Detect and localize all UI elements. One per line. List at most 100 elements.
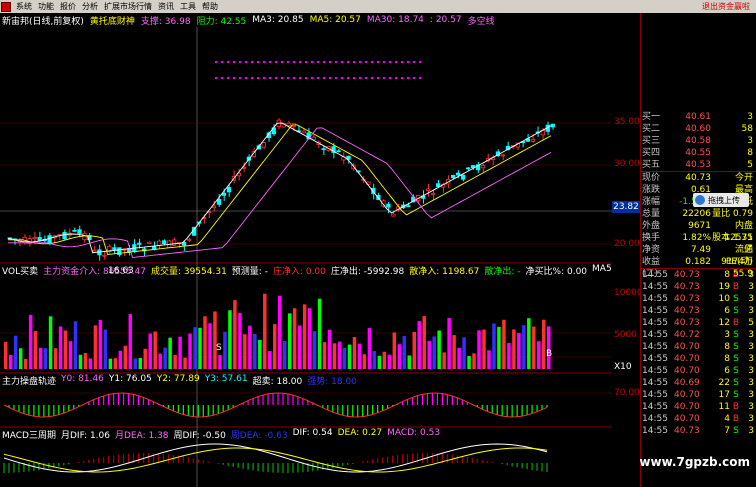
volume-bar <box>4 341 8 369</box>
level-dot <box>251 61 253 63</box>
volume-bar <box>397 344 402 369</box>
ma30-value: MA30: 18.74 <box>366 15 424 25</box>
level-dot <box>293 77 295 79</box>
stat-value: 1.82% <box>682 233 711 243</box>
bid-price: 40.53 <box>685 160 711 170</box>
menu-quote[interactable]: 报价 <box>57 1 79 12</box>
drag-upload-button[interactable]: 拖拽上传 <box>693 193 749 207</box>
stat-row: 净资 7.49 流通 9174万 <box>641 244 756 267</box>
bid-label: 买五 <box>642 160 661 170</box>
candle-body <box>221 192 227 196</box>
signal-s-label: S <box>216 343 222 353</box>
tick-qty: 8 <box>724 354 730 364</box>
volume-bar <box>362 354 367 369</box>
candle-body <box>450 175 456 179</box>
menu-tools[interactable]: 工具 <box>177 1 199 12</box>
volume-bar <box>128 314 133 369</box>
tick-count: 5 <box>748 318 754 328</box>
tick-time: 14:55 <box>642 342 668 352</box>
volume-bar <box>103 329 108 369</box>
volume-bar <box>527 318 531 369</box>
volume-bar <box>228 310 232 369</box>
volume-bar <box>233 300 237 369</box>
volume-bar <box>98 319 103 369</box>
vol-axis-10000: 10000 <box>614 288 643 298</box>
level-dot <box>407 77 409 79</box>
level-dot <box>281 77 283 79</box>
tick-side: B <box>732 318 740 328</box>
level-dot <box>227 77 229 79</box>
track-line <box>3 392 548 418</box>
tick-time: 14:55 <box>642 294 668 304</box>
tick-side: S <box>733 366 739 376</box>
candle-body <box>216 198 222 205</box>
price-axis-20: 20.00 <box>614 239 640 249</box>
level-dot <box>341 61 343 63</box>
bid-row: 买五 40.53 5 <box>641 159 756 171</box>
stat-extra: PE(动) 55.9 <box>725 257 753 279</box>
volume-bar <box>507 343 511 369</box>
menu-analysis[interactable]: 分析 <box>79 1 101 12</box>
menu-system[interactable]: 系统 <box>13 1 35 12</box>
tick-count: 3 <box>748 414 754 424</box>
tick-time: 14:55 <box>642 390 668 400</box>
volume-bar <box>83 352 88 369</box>
tick-price: 40.73 <box>674 282 700 292</box>
tick-side: B <box>732 414 740 424</box>
menu-extended-market[interactable]: 扩展市场行情 <box>101 1 155 12</box>
volume-bar <box>537 341 541 369</box>
level-dot <box>395 61 397 63</box>
candle-body <box>226 187 232 193</box>
track-y0: Y0: 81.46 <box>61 374 104 384</box>
volume-bar <box>108 358 113 369</box>
level-dot <box>221 61 223 63</box>
volume-bar <box>278 295 282 369</box>
bid-price: 40.58 <box>685 136 711 146</box>
tick-time: 14:55 <box>642 354 668 364</box>
candle-body <box>460 174 466 180</box>
volume-bar <box>248 325 252 369</box>
volume-bar <box>53 348 58 369</box>
level-dot <box>233 61 235 63</box>
level-dot <box>281 61 283 63</box>
menu-function[interactable]: 功能 <box>35 1 57 12</box>
volume-bar <box>412 331 416 369</box>
tick-time: 14:55 <box>642 306 668 316</box>
upload-icon <box>695 195 705 205</box>
tick-qty: 8 <box>724 270 730 280</box>
volume-bar <box>462 337 466 369</box>
level-dot <box>419 77 421 79</box>
tick-time: 14:55 <box>642 366 668 376</box>
stat-label: 总量 <box>642 209 661 219</box>
level-dot <box>335 77 337 79</box>
stat-label: 收益(二) <box>642 257 661 279</box>
candle-body <box>336 150 341 153</box>
level-dot <box>329 61 331 63</box>
volume-bar <box>542 319 546 369</box>
bid-row: 买一 40.61 3 <box>641 111 756 123</box>
menu-info[interactable]: 资讯 <box>155 1 177 12</box>
tick-qty: 7 <box>724 426 730 436</box>
quick-link[interactable]: 退出资金赢啦 <box>702 1 756 12</box>
stat-label: 涨幅 <box>642 197 661 207</box>
level-dot <box>401 77 403 79</box>
level-dot <box>263 61 265 63</box>
stat-value: 22206 <box>682 209 711 219</box>
chart-area[interactable]: 新宙邦(日线,前复权) 黄托底财神 支撑: 36.98 阻力: 42.55 MA… <box>0 13 612 487</box>
macd-week-dif: 周DIF: -0.50 <box>173 431 226 440</box>
volume-bar <box>337 341 342 369</box>
tick-qty: 11 <box>718 402 730 412</box>
volume-bar <box>153 331 157 369</box>
stat-extra: 股本 1.71亿 <box>712 233 753 255</box>
bid-volume: 3 <box>747 112 753 122</box>
kline-chart-svg[interactable] <box>0 13 612 487</box>
vol-zhuang-out: 庄净出: -5992.98 <box>330 267 405 276</box>
volume-bar <box>407 355 412 369</box>
candle-body <box>391 213 396 217</box>
volume-bar <box>427 340 431 369</box>
level-dot <box>263 77 265 79</box>
tick-qty: 8 <box>724 342 730 352</box>
menu-help[interactable]: 帮助 <box>199 1 221 12</box>
volume-bar <box>287 313 292 369</box>
volume-bar <box>417 321 421 369</box>
